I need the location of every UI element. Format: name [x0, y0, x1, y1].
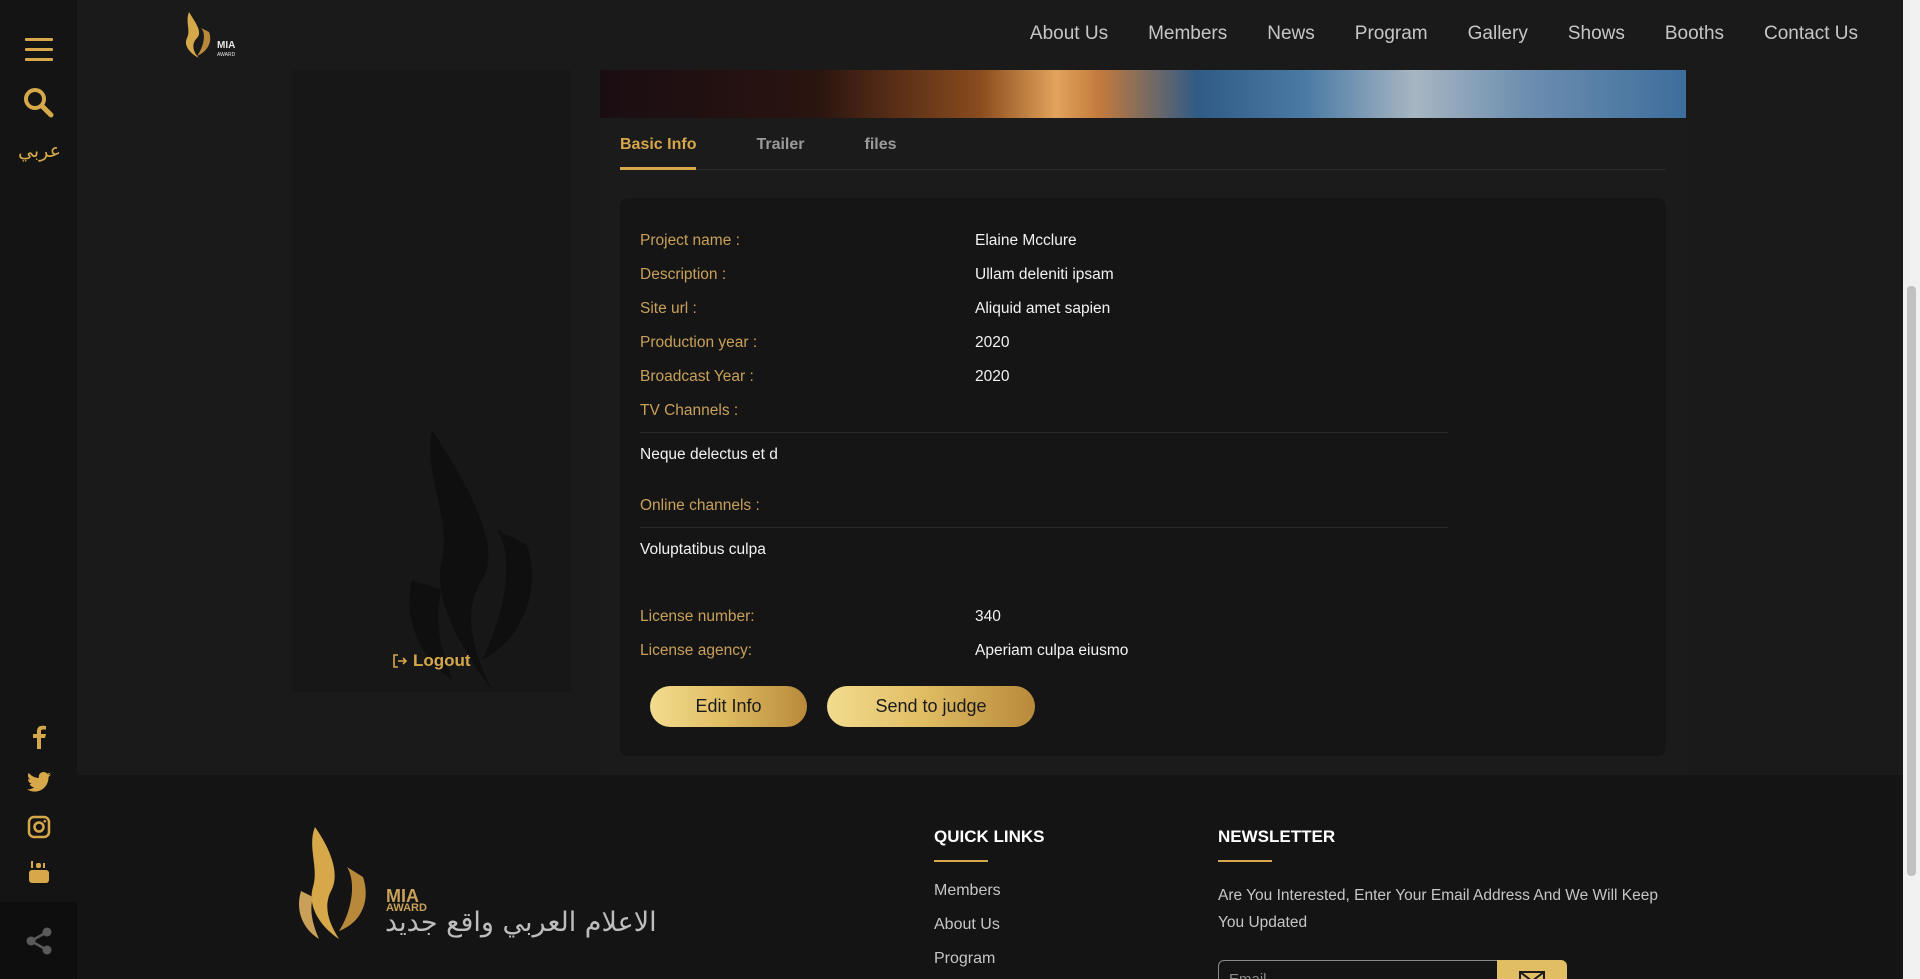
license-agency-label: License agency: [640, 642, 753, 659]
description-label: Description : [640, 266, 727, 283]
online-channels-divider [640, 527, 1448, 528]
nav-booths[interactable]: Booths [1665, 23, 1724, 45]
tab-trailer[interactable]: Trailer [756, 126, 804, 170]
nav-members[interactable]: Members [1148, 23, 1227, 45]
footer-link-about-us[interactable]: About Us [934, 916, 1000, 934]
nav-program[interactable]: Program [1355, 23, 1428, 45]
nav-about-us[interactable]: About Us [1030, 23, 1108, 45]
nav-gallery[interactable]: Gallery [1468, 23, 1528, 45]
main-nav: About Us Members News Program Gallery Sh… [1030, 23, 1858, 45]
tv-channels-label: TV Channels : [640, 402, 739, 419]
search-icon[interactable] [22, 86, 54, 122]
left-rail: عربي [0, 0, 77, 979]
project-name-value: Elaine Mcclure [975, 232, 1077, 249]
online-channels-label: Online channels : [640, 497, 760, 514]
send-mail-icon [1519, 971, 1545, 979]
license-agency-value: Aperiam culpa eiusmo [975, 642, 1129, 659]
license-number-label: License number: [640, 608, 755, 625]
production-year-value: 2020 [975, 334, 1010, 351]
svg-text:MIA: MIA [217, 40, 235, 51]
production-year-label: Production year : [640, 334, 758, 351]
svg-text:AWARD: AWARD [217, 52, 236, 58]
newsletter-email-input[interactable]: Email [1218, 960, 1498, 979]
mia-award-logo[interactable]: MIA AWARD [177, 8, 247, 64]
top-navbar: MIA AWARD About Us Members News Program … [77, 0, 1920, 70]
tab-files[interactable]: files [865, 126, 897, 170]
broadcast-year-label: Broadcast Year : [640, 368, 754, 385]
tv-channels-value: Neque delectus et d [640, 446, 778, 463]
language-toggle[interactable]: عربي [18, 140, 61, 162]
quick-links-heading: QUICK LINKS [934, 827, 1045, 846]
newsletter-underline [1218, 860, 1272, 862]
send-to-judge-button[interactable]: Send to judge [827, 686, 1035, 727]
online-channels-value: Voluptatibus culpa [640, 541, 766, 558]
footer-logo-calligraphy [295, 827, 385, 951]
site-url-value: Aliquid amet sapien [975, 300, 1111, 317]
nav-shows[interactable]: Shows [1568, 23, 1625, 45]
license-number-value: 340 [975, 608, 1001, 625]
footer-slogan: الاعلام العربي واقع جديد [385, 907, 657, 938]
description-value: Ullam deleniti ipsam [975, 266, 1114, 283]
footer-link-members[interactable]: Members [934, 882, 1001, 900]
nav-news[interactable]: News [1267, 23, 1315, 45]
site-url-label: Site url : [640, 300, 697, 317]
logout-link[interactable]: Logout [393, 651, 471, 671]
youtube-icon[interactable] [24, 857, 54, 887]
project-name-label: Project name : [640, 232, 740, 249]
project-banner-image [600, 70, 1686, 118]
edit-info-button[interactable]: Edit Info [650, 686, 807, 727]
footer-link-program[interactable]: Program [934, 950, 995, 968]
nav-contact-us[interactable]: Contact Us [1764, 23, 1858, 45]
tab-basic-info[interactable]: Basic Info [620, 126, 697, 170]
twitter-icon[interactable] [24, 767, 54, 797]
scrollbar-thumb[interactable] [1907, 286, 1916, 876]
logout-icon [393, 654, 407, 668]
instagram-icon[interactable] [24, 812, 54, 842]
site-footer: MIA AWARD الاعلام العربي واقع جديد QUICK… [77, 775, 1903, 979]
logout-label: Logout [413, 651, 471, 670]
newsletter-submit-button[interactable] [1497, 960, 1567, 979]
basic-info-card: Project name : Elaine Mcclure Descriptio… [620, 198, 1666, 756]
hamburger-menu-icon[interactable] [25, 38, 53, 68]
newsletter-text: Are You Interested, Enter Your Email Add… [1218, 887, 1659, 931]
tv-channels-divider [640, 432, 1448, 433]
project-panel: Basic Info Trailer files Project name : … [600, 70, 1686, 775]
broadcast-year-value: 2020 [975, 368, 1010, 385]
quick-links-underline [934, 860, 988, 862]
profile-sidebar: Logout [292, 70, 571, 692]
project-tabs: Basic Info Trailer files [620, 126, 1666, 170]
facebook-icon[interactable] [24, 722, 54, 752]
share-icon[interactable] [0, 902, 77, 979]
newsletter-heading: NEWSLETTER [1218, 827, 1336, 846]
page-scrollbar[interactable] [1903, 0, 1920, 979]
